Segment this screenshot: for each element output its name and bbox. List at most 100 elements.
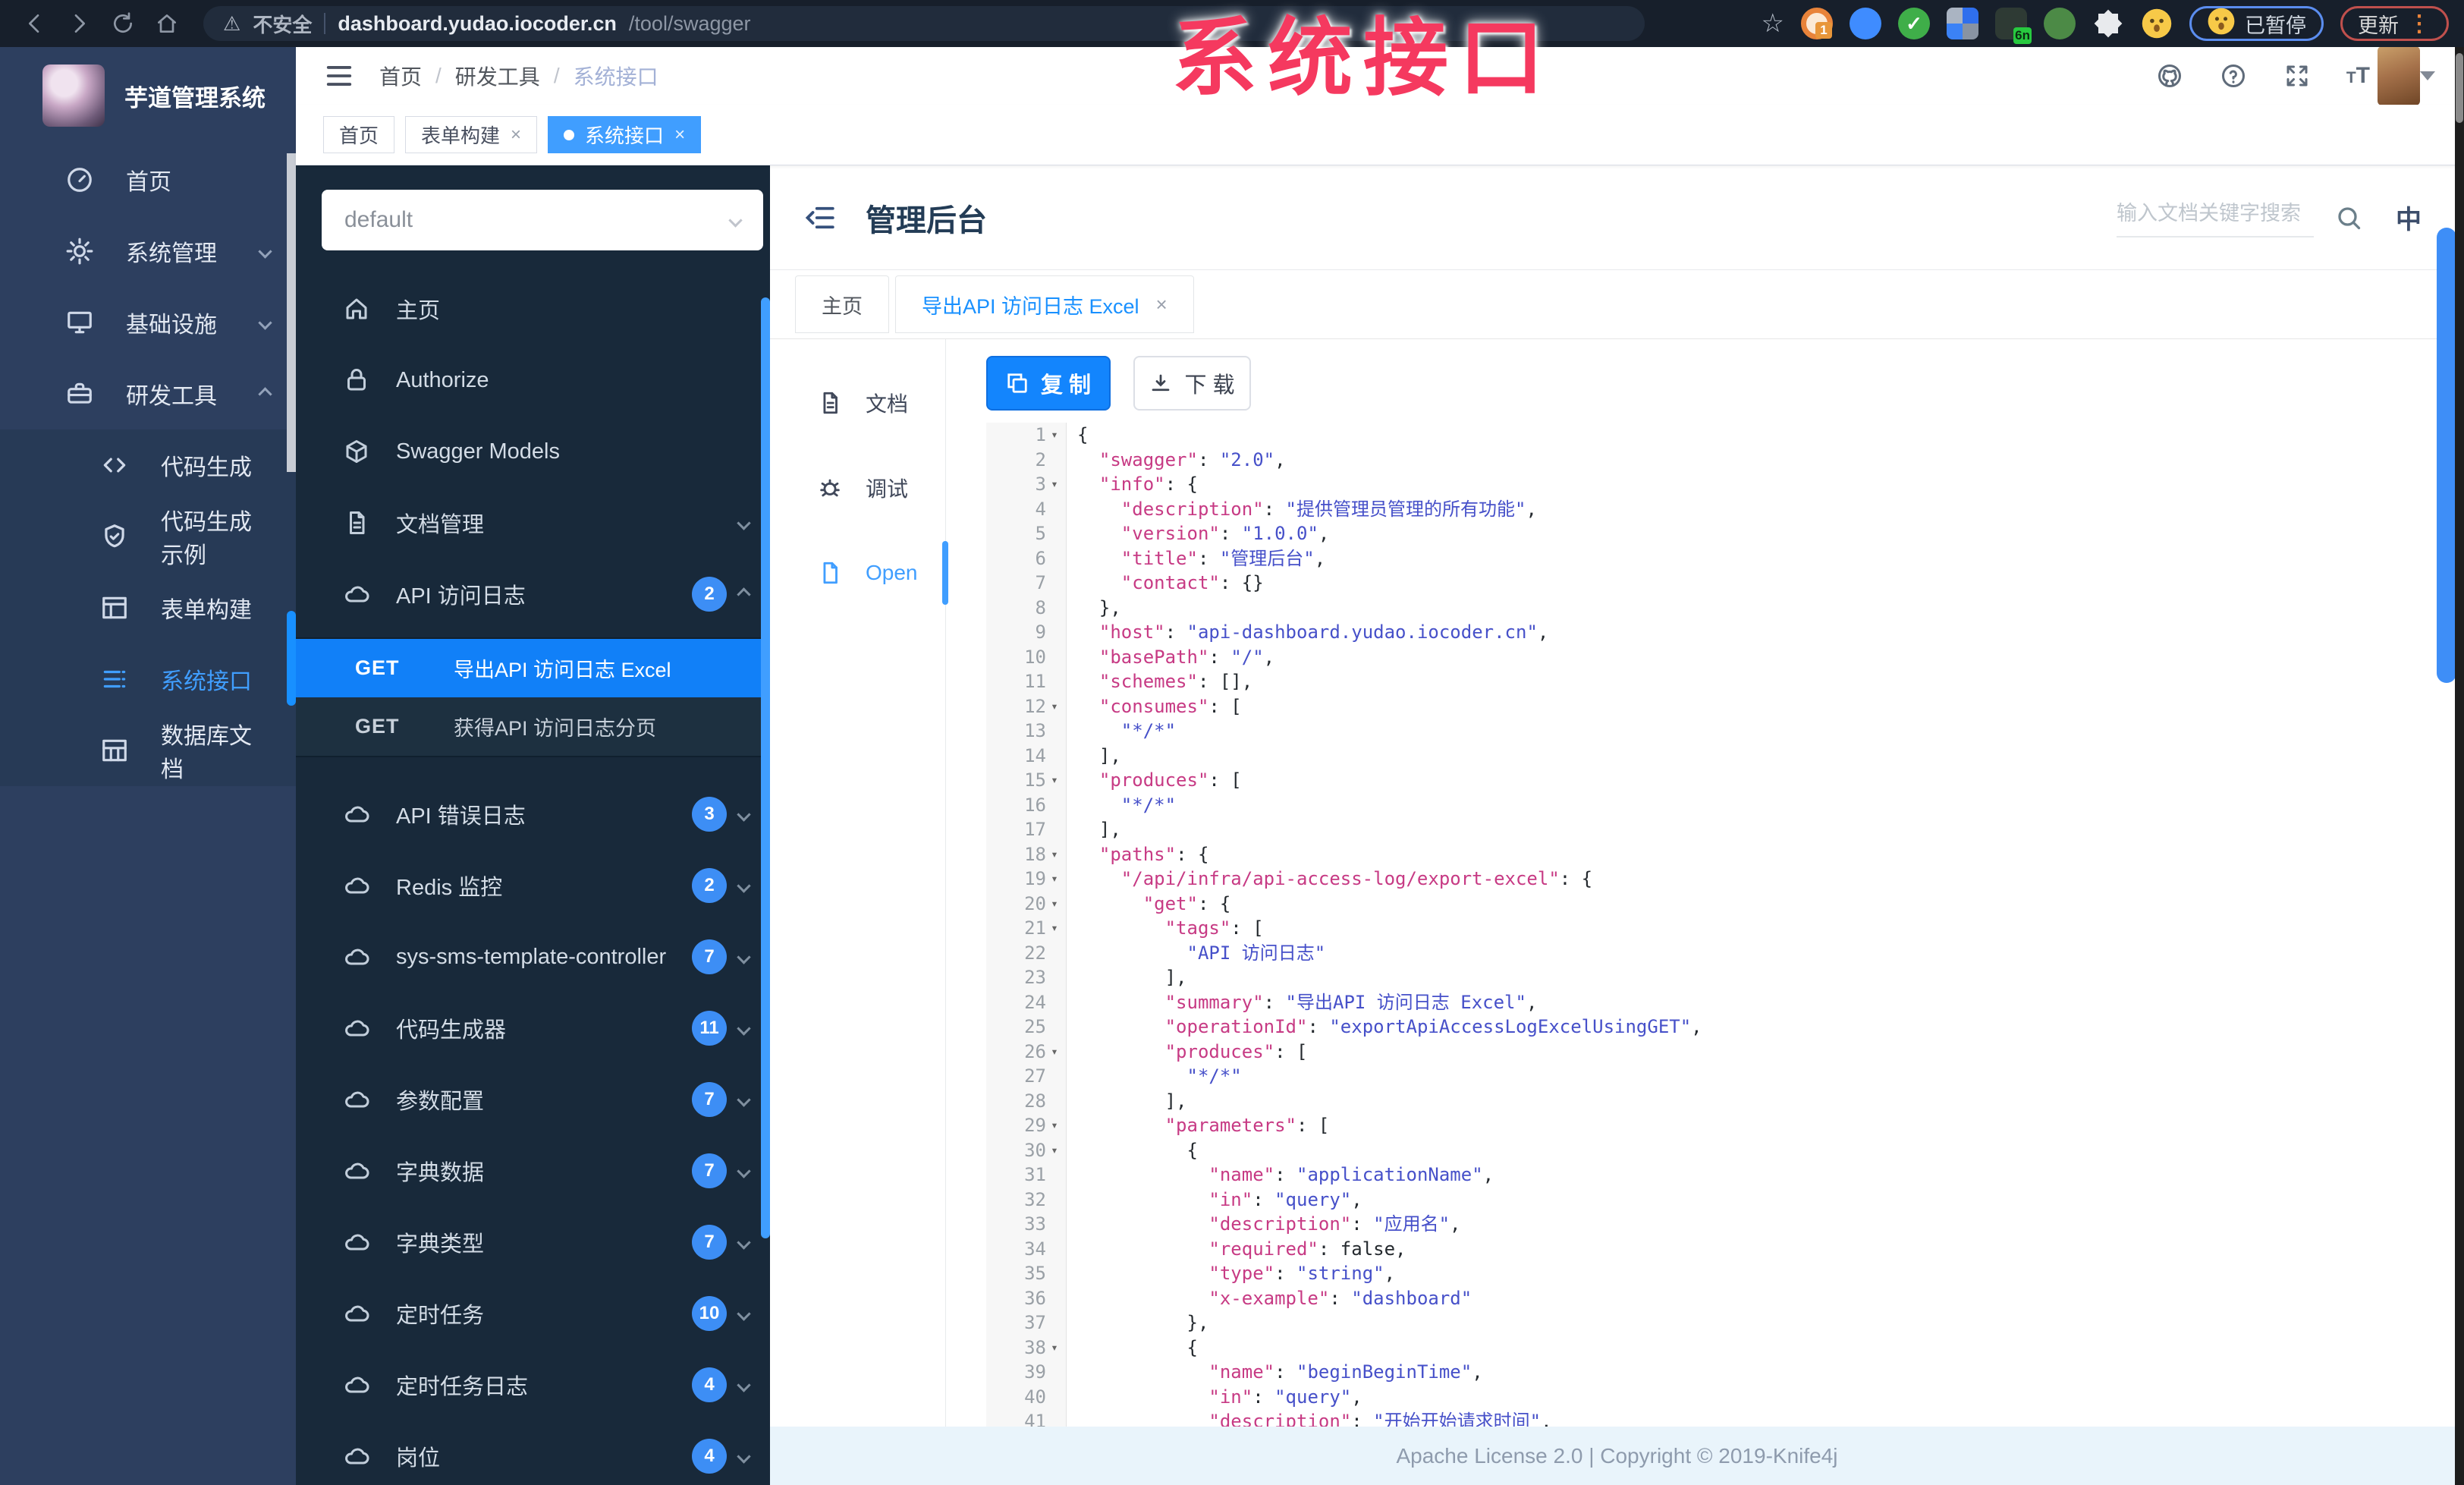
cloud-api-icon xyxy=(343,1443,370,1470)
bookmark-star-icon[interactable]: ☆ xyxy=(1762,8,1784,39)
fold-arrow-icon[interactable]: ▾ xyxy=(1046,768,1063,793)
github-icon[interactable] xyxy=(2155,61,2184,90)
sidebar-subitem-1[interactable]: 代码生成示例 xyxy=(0,501,296,572)
browser-scroll-thumb[interactable] xyxy=(2456,53,2463,123)
ext-green-check-icon[interactable]: ✓ xyxy=(1898,8,1930,39)
ext-white-star-icon[interactable] xyxy=(2092,8,2124,39)
api-group-5[interactable]: 参数配置 7 xyxy=(296,1064,770,1135)
api-group-9[interactable]: 定时任务日志 4 xyxy=(296,1349,770,1421)
fold-arrow-icon[interactable]: ▾ xyxy=(1046,1336,1063,1361)
api-item-1[interactable]: Authorize xyxy=(296,345,770,416)
home-icon[interactable] xyxy=(147,7,187,40)
search-icon[interactable] xyxy=(2335,204,2362,231)
sidebar-subitem-0[interactable]: 代码生成 xyxy=(0,429,296,501)
ext-orange-ring-icon[interactable]: 1 xyxy=(1801,8,1833,39)
api-item-2[interactable]: Swagger Models xyxy=(296,416,770,487)
api-group-3[interactable]: sys-sms-template-controller 7 xyxy=(296,921,770,993)
language-icon[interactable]: 中 xyxy=(2396,199,2422,236)
fold-arrow-icon[interactable]: ▾ xyxy=(1046,892,1063,917)
doc-scroll-thumb[interactable] xyxy=(2437,228,2456,683)
fold-arrow-icon[interactable]: ▾ xyxy=(1046,867,1063,892)
sidebar-subitem-3[interactable]: 系统接口 xyxy=(0,643,296,715)
sidebar-item-3[interactable]: 研发工具 xyxy=(0,358,296,429)
paused-badge[interactable]: 已暂停 xyxy=(2189,6,2324,41)
doc-nav-Open[interactable]: Open xyxy=(770,530,948,615)
sidebar-item-2[interactable]: 基础设施 xyxy=(0,287,296,358)
doc-tab-0[interactable]: 主页 xyxy=(795,275,889,333)
fold-arrow-icon[interactable]: ▾ xyxy=(1046,1138,1063,1163)
api-item-0[interactable]: 主页 xyxy=(296,273,770,345)
sidebar-subitem-4[interactable]: 数据库文档 xyxy=(0,715,296,786)
fold-arrow-icon[interactable]: ▾ xyxy=(1046,842,1063,867)
sidebar-item-0[interactable]: 首页 xyxy=(0,144,296,216)
api-group-10[interactable]: 岗位 4 xyxy=(296,1421,770,1485)
api-sidebar-scroll-thumb[interactable] xyxy=(761,297,770,1238)
close-icon[interactable]: × xyxy=(674,124,685,146)
fold-arrow-icon[interactable]: ▾ xyxy=(1046,916,1063,941)
gutter-line: 17 xyxy=(986,817,1066,842)
ext-blue-drop-icon[interactable] xyxy=(1850,8,1881,39)
api-group-2[interactable]: Redis 监控 2 xyxy=(296,850,770,921)
tag-tab-2[interactable]: 系统接口 × xyxy=(548,116,702,153)
question-icon[interactable] xyxy=(2219,61,2248,90)
code-editor[interactable]: 1 ▾ 2 3 ▾ 4 5 6 7 8 9 10 11 12 ▾ 13 14 15 ▾ 16 17 18 ▾ 19 ▾ 20 ▾ 21… xyxy=(986,423,2464,1427)
api-endpoint-0[interactable]: GET 导出API 访问日志 Excel xyxy=(296,639,770,697)
api-group-1[interactable]: API 错误日志 3 xyxy=(296,779,770,850)
fold-arrow-icon[interactable]: ▾ xyxy=(1046,1113,1063,1138)
forward-arrow-icon[interactable] xyxy=(59,7,99,40)
fold-arrow-icon[interactable]: ▾ xyxy=(1046,694,1063,719)
close-icon[interactable]: × xyxy=(511,124,521,146)
ext-green-monkey-icon[interactable] xyxy=(2044,8,2076,39)
user-avatar[interactable] xyxy=(2378,46,2420,105)
back-arrow-icon[interactable] xyxy=(15,7,55,40)
avatar-caret-icon[interactable] xyxy=(2420,71,2435,88)
sidebar-item-1[interactable]: 系统管理 xyxy=(0,216,296,287)
close-icon[interactable]: × xyxy=(1156,293,1168,316)
api-group-select[interactable]: default xyxy=(322,190,763,250)
gutter-line: 23 xyxy=(986,965,1066,990)
api-item-3[interactable]: 文档管理 xyxy=(296,487,770,558)
line-number: 32 xyxy=(1024,1188,1046,1210)
copy-button[interactable]: 复 制 xyxy=(986,356,1111,411)
fold-arrow-icon[interactable]: ▾ xyxy=(1046,1040,1063,1065)
ext-6n-icon[interactable]: 6n xyxy=(1995,8,2032,44)
tag-tab-0[interactable]: 首页 xyxy=(323,116,395,153)
browser-scrollbar[interactable] xyxy=(2455,47,2464,1485)
code-line: ], xyxy=(1077,965,2464,990)
doc-search-input[interactable] xyxy=(2117,197,2314,238)
api-item-label: Swagger Models xyxy=(396,439,560,464)
breadcrumb: 首页 / 研发工具 / 系统接口 xyxy=(379,61,658,91)
code-line: "title": "管理后台", xyxy=(1077,546,2464,571)
json-punct: ], xyxy=(1077,744,1121,766)
ext-grid-icon[interactable] xyxy=(1947,8,1978,39)
fold-arrow-icon[interactable]: ▾ xyxy=(1046,423,1063,448)
api-group-0[interactable]: API 访问日志 2 xyxy=(296,558,770,630)
hamburger-icon[interactable] xyxy=(325,61,354,90)
api-group-badge: 2 xyxy=(692,868,727,903)
ext-face-icon[interactable] xyxy=(2141,8,2173,39)
breadcrumb-item[interactable]: 研发工具 xyxy=(455,61,540,91)
api-group-6[interactable]: 字典数据 7 xyxy=(296,1135,770,1207)
sidebar-scroll-track[interactable] xyxy=(287,153,296,472)
menu-fold-icon[interactable] xyxy=(805,202,837,234)
browser-menu-icon[interactable]: ⋮ xyxy=(2408,11,2431,37)
doc-nav-文档[interactable]: 文档 xyxy=(770,360,945,445)
update-button[interactable]: 更新 ⋮ xyxy=(2340,6,2449,41)
sidebar-scroll-thumb[interactable] xyxy=(287,611,296,706)
api-endpoint-1[interactable]: GET 获得API 访问日志分页 xyxy=(296,697,770,756)
font-size-icon[interactable]: TT xyxy=(2346,63,2370,89)
api-group-4[interactable]: 代码生成器 11 xyxy=(296,993,770,1064)
refresh-icon[interactable] xyxy=(103,7,143,40)
breadcrumb-item[interactable]: 系统接口 xyxy=(574,61,658,91)
fold-arrow-icon[interactable]: ▾ xyxy=(1046,472,1063,497)
search-icon[interactable] xyxy=(2092,61,2120,90)
doc-tab-1[interactable]: 导出API 访问日志 Excel × xyxy=(895,275,1194,333)
api-group-8[interactable]: 定时任务 10 xyxy=(296,1278,770,1349)
tag-tab-1[interactable]: 表单构建 × xyxy=(405,116,538,153)
sidebar-subitem-2[interactable]: 表单构建 xyxy=(0,572,296,643)
api-group-7[interactable]: 字典类型 7 xyxy=(296,1207,770,1278)
fullscreen-icon[interactable] xyxy=(2283,61,2312,90)
breadcrumb-item[interactable]: 首页 xyxy=(379,61,422,91)
doc-nav-调试[interactable]: 调试 xyxy=(770,445,945,530)
download-button[interactable]: 下 载 xyxy=(1133,356,1251,411)
